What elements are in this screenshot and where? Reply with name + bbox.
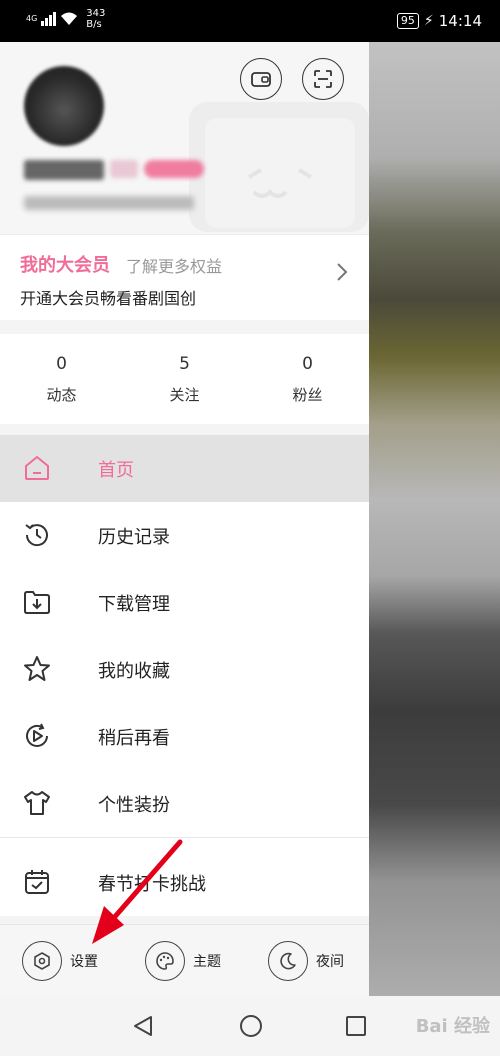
menu-item-home[interactable]: 首页 <box>0 435 369 502</box>
gear-icon <box>34 952 50 970</box>
night-mode-button[interactable]: 夜间 <box>268 941 344 981</box>
calendar-check-icon <box>25 870 49 894</box>
drawer-bottom-bar: 设置 主题 夜间 <box>0 924 369 996</box>
settings-circle <box>22 941 62 981</box>
profile-header <box>0 42 369 234</box>
vip-description: 开通大会员畅看番剧国创 <box>20 289 197 308</box>
tshirt-icon <box>24 791 50 815</box>
wifi-icon <box>61 12 78 25</box>
download-folder-icon <box>24 591 50 614</box>
menu-label: 个性装扮 <box>98 794 170 816</box>
menu-item-history[interactable]: 历史记录 <box>0 502 369 569</box>
stat-label: 动态 <box>46 386 77 404</box>
menu-label: 我的收藏 <box>98 660 170 682</box>
signal-icon <box>41 12 57 26</box>
menu-label: 下载管理 <box>98 593 170 615</box>
scan-button[interactable] <box>302 58 344 100</box>
scan-icon <box>314 70 332 88</box>
theme-label: 主题 <box>193 954 221 970</box>
stat-label: 关注 <box>169 386 200 404</box>
vip-banner[interactable]: 我的大会员 了解更多权益 开通大会员畅看番剧国创 <box>0 234 369 320</box>
coin-info-blurred <box>24 196 194 210</box>
settings-button[interactable]: 设置 <box>22 941 98 981</box>
menu-item-favorites[interactable]: 我的收藏 <box>0 636 369 703</box>
menu-label: 稍后再看 <box>98 727 170 749</box>
clock: 14:14 <box>438 12 482 30</box>
network-speed: 343 B/s <box>86 8 105 30</box>
stats-row: 0 动态 5 关注 0 粉丝 <box>0 334 369 424</box>
menu-label: 首页 <box>98 459 134 481</box>
stat-label: 粉丝 <box>292 386 323 404</box>
menu-item-dressup[interactable]: 个性装扮 <box>0 770 369 837</box>
theme-button[interactable]: 主题 <box>145 941 221 981</box>
battery-icon: 95 <box>396 13 419 29</box>
baidu-jingyan-watermark: Bai 经验 <box>415 1016 490 1037</box>
stat-fans[interactable]: 0 粉丝 <box>246 334 369 424</box>
side-drawer: 我的大会员 了解更多权益 开通大会员畅看番剧国创 0 动态 5 关注 0 粉丝 … <box>0 42 369 996</box>
avatar[interactable] <box>24 66 104 146</box>
theme-circle <box>145 941 185 981</box>
vip-more-benefits: 了解更多权益 <box>126 257 223 276</box>
tv-mascot-decoration <box>189 102 369 232</box>
speed-value: 343 <box>86 8 106 19</box>
home-icon <box>25 455 49 480</box>
network-type: 4G <box>26 14 38 23</box>
status-right: 95 ⚡ 14:14 <box>396 12 482 30</box>
chevron-right-icon <box>337 263 348 281</box>
menu-divider <box>0 837 369 849</box>
wallet-icon <box>251 72 271 87</box>
palette-icon <box>156 952 174 970</box>
status-left: 4G 343 B/s <box>26 8 105 30</box>
stat-value: 0 <box>302 354 313 374</box>
speed-unit: B/s <box>86 19 102 30</box>
history-icon <box>25 524 48 547</box>
back-icon[interactable] <box>132 1014 154 1038</box>
menu-item-spring-festival[interactable]: 春节打卡挑战 <box>0 849 369 916</box>
star-icon <box>24 656 50 681</box>
vip-title: 我的大会员 <box>20 255 110 276</box>
menu-item-downloads[interactable]: 下载管理 <box>0 569 369 636</box>
recents-icon[interactable] <box>345 1015 367 1037</box>
home-nav-icon[interactable] <box>239 1014 263 1038</box>
stat-value: 5 <box>179 354 190 374</box>
stat-value: 0 <box>56 354 67 374</box>
stat-following[interactable]: 5 关注 <box>123 334 246 424</box>
background-app-overlay[interactable] <box>369 42 500 996</box>
drawer-menu: 首页 历史记录 下载管理 我的收藏 稍后再看 个性装扮 春节打卡挑战 <box>0 435 369 916</box>
settings-label: 设置 <box>70 954 98 970</box>
status-bar: 4G 343 B/s 95 ⚡ 14:14 <box>0 0 500 42</box>
menu-label: 历史记录 <box>98 526 170 548</box>
username-blurred <box>24 160 204 180</box>
stat-dynamics[interactable]: 0 动态 <box>0 334 123 424</box>
night-label: 夜间 <box>316 954 344 970</box>
wallet-button[interactable] <box>240 58 282 100</box>
charging-icon: ⚡ <box>423 13 434 29</box>
menu-label: 春节打卡挑战 <box>98 873 206 895</box>
night-circle <box>268 941 308 981</box>
moon-icon <box>280 952 296 970</box>
menu-item-watch-later[interactable]: 稍后再看 <box>0 703 369 770</box>
watch-later-icon <box>26 723 48 747</box>
